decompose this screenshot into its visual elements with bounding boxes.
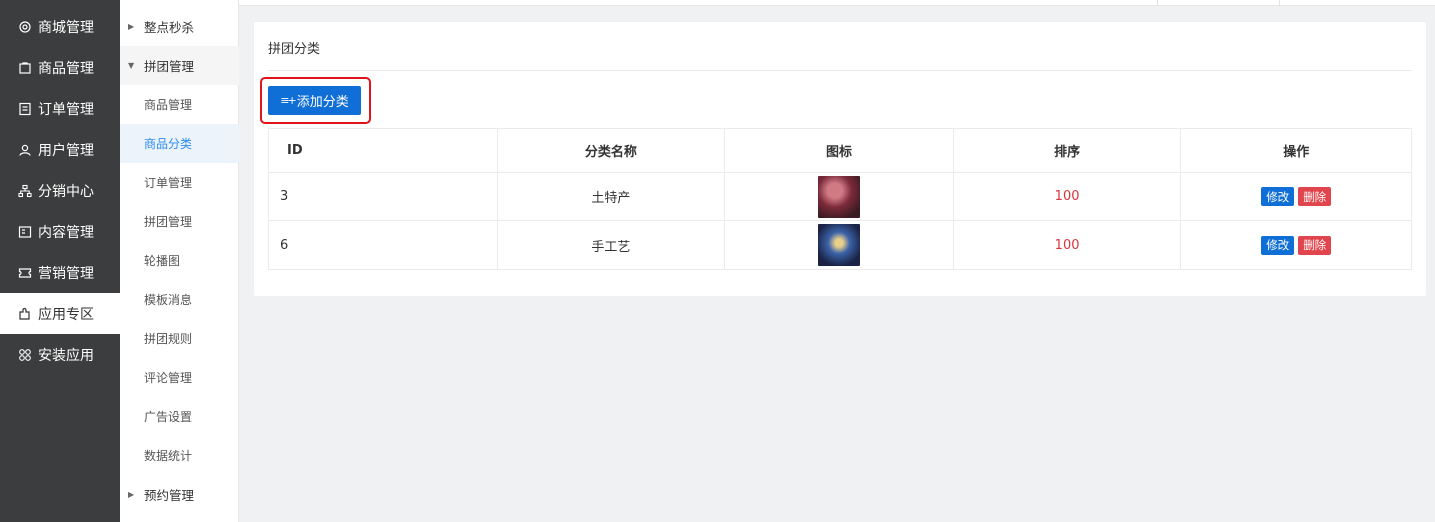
ticket-icon bbox=[18, 266, 32, 280]
page-title: 拼团分类 bbox=[268, 42, 321, 57]
sidebar-item-distribution[interactable]: 分销中心 bbox=[0, 170, 120, 211]
add-category-label: 添加分类 bbox=[296, 95, 349, 110]
column-header-id: ID bbox=[269, 129, 498, 172]
submenu-item-ads[interactable]: 广告设置 bbox=[120, 397, 239, 436]
table-row: 3 土特产 100 修改 删除 bbox=[269, 173, 1411, 221]
sidebar-item-content[interactable]: 内容管理 bbox=[0, 211, 120, 252]
submenu-item-label: 模板消息 bbox=[144, 293, 193, 307]
sidebar-item-label: 营销管理 bbox=[38, 265, 94, 282]
table-header: ID 分类名称 图标 排序 操作 bbox=[269, 129, 1411, 173]
sidebar-item-mall[interactable]: 商城管理 bbox=[0, 6, 120, 47]
submenu-item-label: 拼团管理 bbox=[144, 215, 193, 229]
sidebar-item-label: 用户管理 bbox=[38, 142, 94, 159]
submenu-item-goods[interactable]: 商品管理 bbox=[120, 85, 239, 124]
category-thumbnail bbox=[818, 224, 860, 266]
submenu-item-label: 商品管理 bbox=[144, 98, 193, 112]
table-row: 6 手工艺 100 修改 删除 bbox=[269, 221, 1411, 269]
gear-icon bbox=[18, 20, 32, 34]
submenu-item-stats[interactable]: 数据统计 bbox=[120, 436, 239, 475]
top-bar-divider bbox=[1279, 0, 1280, 6]
puzzle-icon bbox=[18, 307, 32, 321]
submenu-item-template-msg[interactable]: 模板消息 bbox=[120, 280, 239, 319]
sidebar-item-label: 商城管理 bbox=[38, 19, 94, 36]
sidebar-item-label: 内容管理 bbox=[38, 224, 94, 241]
sidebar-item-label: 分销中心 bbox=[38, 183, 94, 200]
edit-button[interactable]: 修改 bbox=[1261, 235, 1295, 255]
submenu-item-comments[interactable]: 评论管理 bbox=[120, 358, 239, 397]
add-list-icon: ≡+ bbox=[280, 94, 297, 107]
category-table: ID 分类名称 图标 排序 操作 3 土特产 100 修改 删除 6 手工艺 1… bbox=[268, 128, 1412, 270]
submenu-item-orders[interactable]: 订单管理 bbox=[120, 163, 239, 202]
cell-id: 3 bbox=[269, 173, 498, 220]
sidebar-item-label: 安装应用 bbox=[38, 347, 94, 364]
cell-sort: 100 bbox=[954, 173, 1182, 220]
sidebar-item-goods[interactable]: 商品管理 bbox=[0, 47, 120, 88]
caret-right-icon: ▶ bbox=[128, 22, 135, 31]
delete-button[interactable]: 删除 bbox=[1298, 187, 1332, 206]
caret-down-icon: ▼ bbox=[128, 61, 135, 70]
submenu-item-carousel[interactable]: 轮播图 bbox=[120, 241, 239, 280]
submenu-item-label: 商品分类 bbox=[144, 137, 193, 151]
submenu-item-label: 整点秒杀 bbox=[144, 20, 195, 35]
submenu-item-label: 拼团管理 bbox=[144, 59, 195, 74]
cell-name: 手工艺 bbox=[498, 221, 726, 269]
order-icon bbox=[18, 102, 32, 116]
submenu-item-label: 拼团规则 bbox=[144, 332, 193, 346]
bag-icon bbox=[18, 61, 32, 75]
sidebar-item-marketing[interactable]: 营销管理 bbox=[0, 252, 120, 293]
submenu-item-category[interactable]: 商品分类 bbox=[120, 124, 239, 163]
submenu-item-label: 数据统计 bbox=[144, 449, 193, 463]
cell-sort: 100 bbox=[954, 221, 1182, 269]
delete-button[interactable]: 删除 bbox=[1298, 235, 1332, 255]
user-icon bbox=[18, 143, 32, 157]
column-header-sort: 排序 bbox=[954, 129, 1182, 172]
submenu-group-flash-sale[interactable]: ▶ 整点秒杀 bbox=[120, 7, 239, 46]
sidebar-item-orders[interactable]: 订单管理 bbox=[0, 88, 120, 129]
sidebar-item-install[interactable]: 安装应用 bbox=[0, 334, 120, 375]
main-sidebar: 商城管理 商品管理 订单管理 用户管理 分销中心 内容管理 营销管理 应用专区 … bbox=[0, 0, 120, 522]
sidebar-item-label: 订单管理 bbox=[38, 101, 94, 118]
column-header-actions: 操作 bbox=[1283, 145, 1310, 160]
top-bar bbox=[239, 0, 1435, 6]
submenu-item-rules[interactable]: 拼团规则 bbox=[120, 319, 239, 358]
sidebar-item-apps[interactable]: 应用专区 bbox=[0, 293, 120, 334]
caret-right-icon: ▶ bbox=[128, 490, 135, 499]
category-thumbnail bbox=[818, 175, 860, 218]
secondary-menu: ▶ 整点秒杀 ▼ 拼团管理 商品管理 商品分类 订单管理 拼团管理 轮播图 模板… bbox=[120, 0, 239, 522]
column-header-name: 分类名称 bbox=[498, 129, 726, 172]
cell-name: 土特产 bbox=[498, 173, 726, 220]
sidebar-item-label: 商品管理 bbox=[38, 60, 94, 77]
column-header-icon: 图标 bbox=[725, 129, 954, 172]
title-divider bbox=[268, 70, 1412, 71]
submenu-item-label: 订单管理 bbox=[144, 176, 193, 190]
add-category-button[interactable]: ≡+ 添加分类 bbox=[268, 86, 361, 115]
submenu-group-group-buy[interactable]: ▼ 拼团管理 bbox=[120, 46, 239, 85]
submenu-item-label: 轮播图 bbox=[144, 254, 181, 268]
sort-value: 100 bbox=[1054, 189, 1080, 204]
category-panel: 拼团分类 ≡+ 添加分类 ID 分类名称 图标 排序 操作 3 土特产 100 … bbox=[254, 22, 1426, 296]
submenu-item-group-manage[interactable]: 拼团管理 bbox=[120, 202, 239, 241]
submenu-item-label: 预约管理 bbox=[144, 488, 195, 503]
submenu-item-label: 广告设置 bbox=[144, 410, 193, 424]
grid-icon bbox=[18, 348, 32, 362]
cell-icon bbox=[725, 221, 954, 269]
top-bar-divider bbox=[1157, 0, 1158, 6]
cell-actions: 修改 删除 bbox=[1181, 221, 1411, 269]
cell-icon bbox=[725, 173, 954, 220]
sidebar-item-label: 应用专区 bbox=[38, 306, 94, 323]
sort-value: 100 bbox=[1054, 237, 1080, 253]
cell-actions: 修改 删除 bbox=[1181, 173, 1411, 220]
submenu-group-reservation[interactable]: ▶ 预约管理 bbox=[120, 475, 239, 514]
edit-button[interactable]: 修改 bbox=[1261, 187, 1295, 206]
submenu-item-label: 评论管理 bbox=[144, 371, 193, 385]
network-icon bbox=[18, 184, 32, 198]
cell-id: 6 bbox=[269, 221, 498, 269]
content-icon bbox=[18, 225, 32, 239]
sidebar-item-users[interactable]: 用户管理 bbox=[0, 129, 120, 170]
